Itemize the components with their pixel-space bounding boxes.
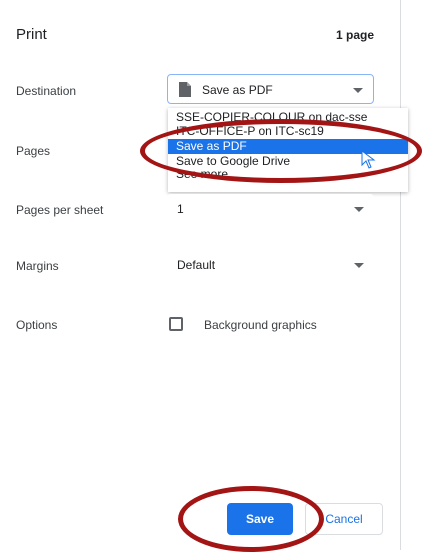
preview-divider [400, 0, 401, 550]
chevron-down-icon [354, 263, 364, 268]
chevron-down-icon [354, 207, 364, 212]
destination-option[interactable]: ITC-OFFICE-P on ITC-sc19 [168, 124, 408, 138]
margins-value: Default [177, 258, 216, 272]
pages-per-sheet-select[interactable]: 1 [167, 194, 374, 224]
options-label: Options [16, 318, 58, 332]
chevron-down-icon [353, 88, 363, 93]
pages-label: Pages [16, 144, 51, 158]
document-icon [179, 82, 191, 97]
background-graphics-label: Background graphics [204, 318, 317, 332]
cursor-icon [361, 150, 376, 169]
background-graphics-checkbox[interactable] [169, 317, 183, 331]
destination-value: Save as PDF [202, 83, 273, 97]
margins-select[interactable]: Default [167, 250, 374, 280]
page-count: 1 page [335, 28, 374, 42]
pages-per-sheet-label: Pages per sheet [16, 203, 104, 217]
destination-select[interactable]: Save as PDF [167, 74, 374, 104]
save-button[interactable]: Save [227, 503, 293, 535]
destination-option[interactable]: SSE-COPIER-COLOUR on dac-sse [168, 110, 408, 124]
margins-label: Margins [16, 259, 59, 273]
cancel-button[interactable]: Cancel [305, 503, 383, 535]
destination-label: Destination [16, 84, 77, 98]
dialog-title: Print [16, 26, 47, 43]
pages-per-sheet-value: 1 [177, 202, 184, 216]
